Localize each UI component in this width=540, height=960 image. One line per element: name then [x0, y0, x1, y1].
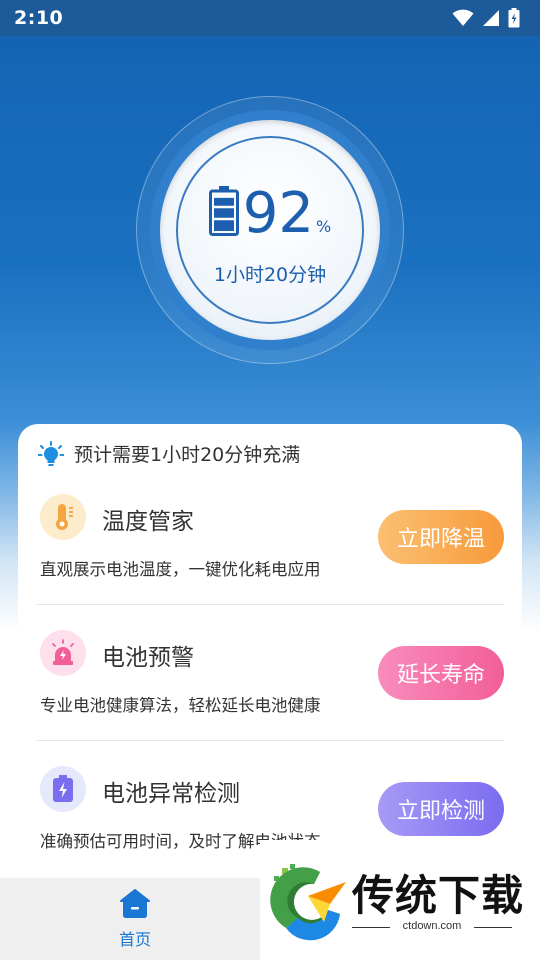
- nav-item-home-label: 首页: [118, 930, 151, 949]
- battery-charging-icon: [508, 8, 520, 28]
- nav-item-home[interactable]: 首页: [100, 888, 170, 954]
- watermark-site: ctdown.com: [402, 920, 462, 932]
- feature-title: 电池异常检测: [102, 781, 240, 807]
- feature-description: 直观展示电池温度，一键优化耗电应用: [40, 560, 321, 579]
- status-icons: [452, 8, 520, 28]
- status-time: 2:10: [14, 7, 64, 29]
- lightbulb-icon: [38, 440, 64, 466]
- feature-description: 专业电池健康算法，轻松延长电池健康: [40, 696, 321, 715]
- watermark: 传统下载 ctdown.com: [260, 840, 540, 960]
- gauge-readout: 92 %: [136, 186, 404, 242]
- battery-percent-unit: %: [316, 217, 332, 236]
- home-icon: [120, 889, 150, 918]
- battery-percent: 92: [242, 181, 315, 246]
- feature-card: 预计需要1小时20分钟充满 温度管家 直观展示电池温度，一键优化耗电应用 立即降…: [18, 424, 522, 874]
- detect-now-button[interactable]: 立即检测: [378, 782, 504, 836]
- feature-title: 温度管家: [102, 509, 194, 535]
- cellular-signal-icon: [483, 10, 499, 26]
- battery-icon: [208, 186, 239, 236]
- feature-title: 电池预警: [102, 645, 194, 671]
- battery-bolt-icon: [40, 766, 86, 812]
- extend-life-button[interactable]: 延长寿命: [378, 646, 504, 700]
- thermometer-icon: [40, 494, 86, 540]
- battery-gauge: 92 % 1小时20分钟: [136, 96, 404, 364]
- divider: [36, 604, 504, 605]
- cool-down-button[interactable]: 立即降温: [378, 510, 504, 564]
- battery-remaining-time: 1小时20分钟: [213, 264, 327, 286]
- watermark-title: 传统下载: [352, 871, 525, 920]
- battery-level-fill: [213, 197, 234, 231]
- charge-estimate: 预计需要1小时20分钟充满: [38, 440, 300, 467]
- ctdown-logo: [270, 864, 346, 941]
- wifi-icon: [452, 9, 474, 26]
- feature-battery-warning: 电池预警 专业电池健康算法，轻松延长电池健康 延长寿命: [18, 630, 522, 766]
- status-bar: 2:10: [0, 0, 540, 36]
- divider: [36, 740, 504, 741]
- feature-temperature: 温度管家 直观展示电池温度，一键优化耗电应用 立即降温: [18, 494, 522, 630]
- charge-estimate-text: 预计需要1小时20分钟充满: [74, 444, 301, 466]
- alarm-light-icon: [40, 630, 86, 676]
